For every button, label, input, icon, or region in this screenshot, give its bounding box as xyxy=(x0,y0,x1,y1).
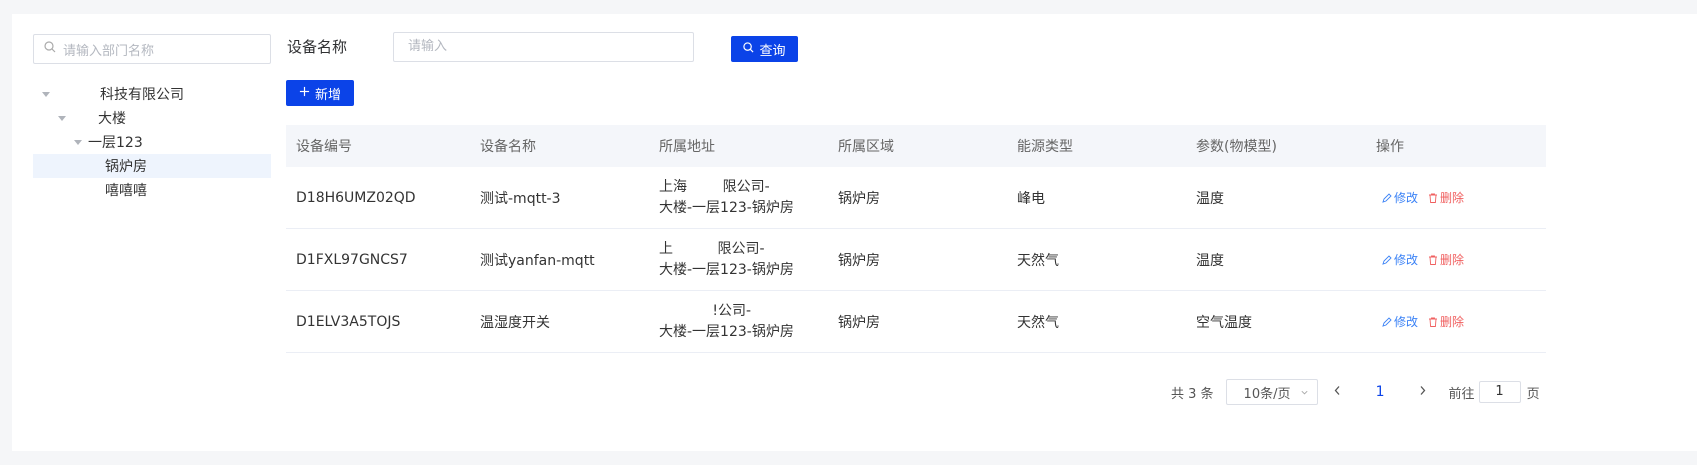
delete-icon xyxy=(1429,255,1438,265)
search-icon xyxy=(743,41,759,57)
table-row: D1ELV3A5TOJS 温湿度开关 !公司- 大楼-一层123-锅炉房 锅炉房 … xyxy=(286,291,1546,353)
address-line-1: 上海 限公司- xyxy=(659,178,770,195)
header-energy-type: 能源类型 xyxy=(1017,139,1073,155)
tree-node-company[interactable]: 科技有限公司 xyxy=(33,82,271,106)
cell-energy-type: 天然气 xyxy=(1017,252,1059,269)
tree-node-floor[interactable]: 一层123 xyxy=(33,130,271,154)
delete-icon xyxy=(1429,193,1438,203)
chevron-left-icon xyxy=(1334,386,1340,395)
address-line-1: !公司- xyxy=(659,302,752,319)
cell-device-name: 测试-mqtt-3 xyxy=(480,190,561,207)
dept-tree: 科技有限公司 大楼 一层123 锅炉房 嘻嘻嘻 xyxy=(33,82,271,202)
cell-area: 锅炉房 xyxy=(838,190,880,207)
edit-icon xyxy=(1382,316,1392,327)
total-count: 共 3 条 xyxy=(1171,386,1214,402)
header-area: 所属区域 xyxy=(838,139,894,155)
edit-label: 修改 xyxy=(1394,253,1419,267)
cell-device-name: 温湿度开关 xyxy=(480,314,550,331)
tree-node-building[interactable]: 大楼 xyxy=(33,106,271,130)
cell-actions: 修改 删除 xyxy=(1366,189,1546,206)
device-name-input[interactable]: 请输入 xyxy=(393,32,694,62)
query-button[interactable]: 查询 xyxy=(731,36,798,62)
header-address: 所属地址 xyxy=(659,139,715,155)
main-panel: 请输入部门名称 科技有限公司 大楼 一层123 锅炉房 嘻嘻嘻 设备名称 请输入… xyxy=(12,14,1697,451)
page-size-select[interactable]: 10条/页 xyxy=(1225,379,1318,405)
delete-label: 删除 xyxy=(1440,315,1465,329)
pagination: 共 3 条 10条/页 1 前往 1 页 xyxy=(1171,379,1540,405)
cell-params: 空气温度 xyxy=(1196,314,1252,331)
delete-button[interactable]: 删除 xyxy=(1428,189,1464,206)
next-page-button[interactable] xyxy=(1403,384,1443,400)
delete-button[interactable]: 删除 xyxy=(1428,251,1464,268)
goto-page-input[interactable]: 1 xyxy=(1478,381,1521,403)
tree-node-xixixi[interactable]: 嘻嘻嘻 xyxy=(33,178,271,202)
header-actions: 操作 xyxy=(1376,139,1404,155)
cell-address: 上海 限公司- 大楼-一层123-锅炉房 xyxy=(649,177,828,219)
cell-device-code: D18H6UMZ02QD xyxy=(296,189,416,206)
cell-energy-type: 峰电 xyxy=(1017,190,1045,207)
cell-device-code: D1ELV3A5TOJS xyxy=(296,313,401,330)
edit-label: 修改 xyxy=(1394,315,1419,329)
table-row: D18H6UMZ02QD 测试-mqtt-3 上海 限公司- 大楼-一层123-锅… xyxy=(286,167,1546,229)
edit-label: 修改 xyxy=(1394,191,1419,205)
tree-node-label: 一层123 xyxy=(88,135,143,151)
goto-label: 前往 xyxy=(1448,386,1475,402)
tree-node-label: 科技有限公司 xyxy=(100,87,184,103)
cell-actions: 修改 删除 xyxy=(1366,313,1546,330)
caret-down-icon[interactable] xyxy=(42,91,50,97)
caret-down-icon[interactable] xyxy=(74,139,82,145)
delete-button[interactable]: 删除 xyxy=(1428,313,1464,330)
query-button-label: 查询 xyxy=(759,43,786,59)
header-params: 参数(物模型) xyxy=(1196,139,1277,155)
page-suffix: 页 xyxy=(1526,386,1540,402)
chevron-down-icon xyxy=(1301,390,1308,394)
tree-node-label: 嘻嘻嘻 xyxy=(105,183,147,199)
cell-energy-type: 天然气 xyxy=(1017,314,1059,331)
table-row: D1FXL97GNCS7 测试yanfan-mqtt 上 限公司- 大楼-一层12… xyxy=(286,229,1546,291)
dept-search-input[interactable]: 请输入部门名称 xyxy=(33,34,271,64)
chevron-right-icon xyxy=(1420,386,1426,395)
cell-actions: 修改 删除 xyxy=(1366,251,1546,268)
search-icon xyxy=(44,41,56,57)
cell-address: 上 限公司- 大楼-一层123-锅炉房 xyxy=(649,239,828,281)
add-button[interactable]: 新增 xyxy=(286,80,354,106)
add-button-label: 新增 xyxy=(314,87,341,103)
tree-node-label: 锅炉房 xyxy=(105,159,147,175)
device-name-label: 设备名称 xyxy=(287,38,348,56)
page-size-value: 10条/页 xyxy=(1243,386,1291,402)
edit-button[interactable]: 修改 xyxy=(1382,189,1418,206)
page-number-current[interactable]: 1 xyxy=(1358,384,1403,400)
plus-icon xyxy=(299,86,315,101)
address-line-2: 大楼-一层123-锅炉房 xyxy=(659,261,794,278)
cell-device-name: 测试yanfan-mqtt xyxy=(480,252,595,269)
tree-node-label: 大楼 xyxy=(98,111,126,127)
dept-search-placeholder: 请输入部门名称 xyxy=(63,43,155,59)
tree-node-boiler-room[interactable]: 锅炉房 xyxy=(33,154,271,178)
cell-area: 锅炉房 xyxy=(838,314,880,331)
device-table: 设备编号 设备名称 所属地址 所属区域 能源类型 参数(物模型) 操作 D18H… xyxy=(286,125,1546,353)
address-line-1: 上 限公司- xyxy=(659,240,765,257)
prev-page-button[interactable] xyxy=(1318,384,1358,400)
delete-label: 删除 xyxy=(1440,191,1465,205)
delete-icon xyxy=(1429,317,1438,327)
address-line-2: 大楼-一层123-锅炉房 xyxy=(659,323,794,340)
cell-params: 温度 xyxy=(1196,252,1224,269)
cell-address: !公司- 大楼-一层123-锅炉房 xyxy=(649,301,828,343)
header-device-name: 设备名称 xyxy=(480,139,536,155)
edit-icon xyxy=(1382,192,1392,203)
address-line-2: 大楼-一层123-锅炉房 xyxy=(659,199,794,216)
header-device-code: 设备编号 xyxy=(296,139,352,155)
edit-button[interactable]: 修改 xyxy=(1382,313,1418,330)
edit-icon xyxy=(1382,254,1392,265)
caret-down-icon[interactable] xyxy=(58,115,66,121)
cell-device-code: D1FXL97GNCS7 xyxy=(296,251,408,268)
delete-label: 删除 xyxy=(1440,253,1465,267)
edit-button[interactable]: 修改 xyxy=(1382,251,1418,268)
cell-area: 锅炉房 xyxy=(838,252,880,269)
table-header: 设备编号 设备名称 所属地址 所属区域 能源类型 参数(物模型) 操作 xyxy=(286,125,1546,167)
cell-params: 温度 xyxy=(1196,190,1224,207)
